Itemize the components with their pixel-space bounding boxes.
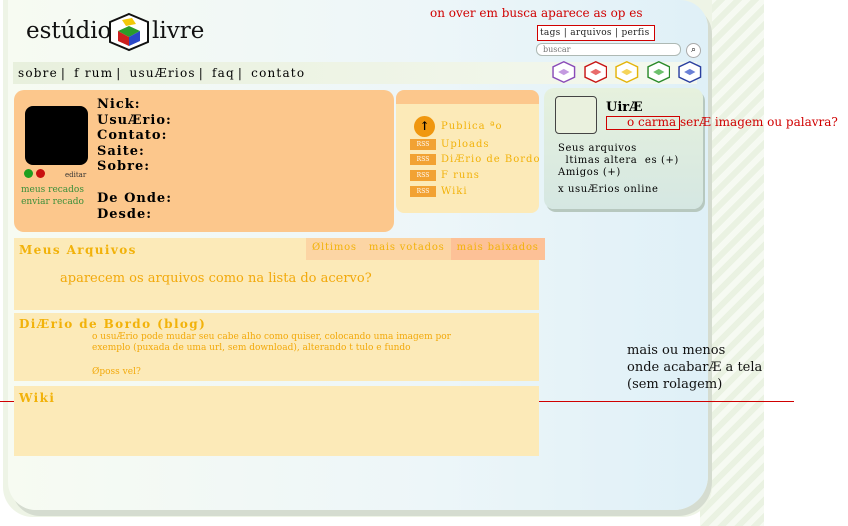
recados-links: meus recados enviar recado — [21, 184, 84, 208]
tab-ultimos[interactable]: Øltimos — [306, 238, 363, 260]
user-avatar — [555, 96, 597, 134]
files-title: Meus Arquivos — [19, 243, 137, 257]
nav-item-contato[interactable]: contato — [251, 66, 305, 80]
files-tabs: Øltimos mais votados mais baixados — [306, 238, 545, 260]
nav-separator: | — [198, 66, 204, 80]
tab-mais-votados[interactable]: mais votados — [363, 238, 451, 260]
logo-text-right: livre — [152, 18, 205, 44]
green-cube-icon[interactable] — [647, 60, 671, 84]
cube-logo-icon — [109, 12, 149, 52]
diario-link[interactable]: DiÆrio de Bordo — [441, 154, 540, 165]
nav-separator: | — [116, 66, 122, 80]
my-messages-link[interactable]: meus recados — [21, 184, 84, 196]
tab-mais-baixados[interactable]: mais baixados — [450, 238, 545, 260]
nav-item-sobre[interactable]: sobre — [18, 66, 58, 80]
online-users: x usuÆrios online — [558, 184, 659, 195]
send-message-link[interactable]: enviar recado — [21, 196, 84, 208]
nav-item-usuarios[interactable]: usuÆrios — [130, 66, 196, 80]
field-usuario: UsuÆrio: — [97, 112, 172, 128]
wiki-section — [14, 386, 539, 456]
user-links: Seus arquivos ltimas altera es (+) Amigo… — [558, 143, 679, 179]
diario-note: o usuÆrio pode mudar seu cabe alho como … — [92, 332, 451, 353]
rss-icon[interactable]: RSS — [410, 186, 436, 197]
rss-icon[interactable]: RSS — [410, 139, 436, 150]
field-nick: Nick: — [97, 97, 141, 112]
yellow-cube-icon[interactable] — [615, 60, 639, 84]
rss-icon[interactable]: RSS — [410, 170, 436, 181]
field-desde: Desde: — [97, 206, 153, 222]
profile-fields-bottom: De Onde: Desde: — [97, 191, 172, 222]
search-icon[interactable]: ⌕ — [686, 43, 701, 58]
last-changes-link[interactable]: ltimas altera es (+) — [558, 155, 679, 167]
field-saite: Saite: — [97, 143, 145, 159]
arrow-up-icon[interactable]: ↑ — [414, 116, 435, 137]
nav-separator: | — [237, 66, 244, 80]
publish-link[interactable]: Publica ªo — [441, 121, 502, 132]
search-input[interactable] — [536, 43, 681, 56]
note-line-1: mais ou menos — [627, 343, 726, 358]
main-nav: sobre | f rum | usuÆrios | faq | contato — [18, 66, 305, 80]
screen-end-annotation: mais ou menos onde acabarÆ a tela (sem r… — [627, 342, 762, 393]
note-line-2: onde acabarÆ a tela — [627, 360, 763, 375]
user-name[interactable]: UirÆ — [606, 100, 643, 115]
field-de-onde: De Onde: — [97, 191, 173, 206]
nav-item-faq[interactable]: faq — [212, 66, 235, 80]
blue-cube-icon[interactable] — [678, 60, 702, 84]
wiki-link[interactable]: Wiki — [441, 186, 468, 197]
uploads-link[interactable]: Uploads — [441, 139, 490, 150]
profile-fields: Nick: UsuÆrio: Contato: Saite: Sobre: — [97, 97, 172, 175]
wiki-title: Wiki — [19, 391, 56, 405]
nav-item-forum[interactable]: f rum — [74, 66, 113, 80]
field-sobre: Sobre: — [97, 159, 151, 174]
status-online-dot — [24, 169, 33, 178]
note-line-3: (sem rolagem) — [627, 377, 723, 392]
edit-link[interactable]: editar — [65, 171, 86, 179]
diario-title: DiÆrio de Bordo (blog) — [19, 317, 207, 331]
screen-end-line-right — [539, 401, 794, 402]
logo-text-left: estúdio — [26, 18, 112, 44]
category-cubes — [552, 60, 702, 84]
friends-link[interactable]: Amigos (+) — [558, 167, 679, 179]
search-tabs[interactable]: tags | arquivos | perfis — [537, 25, 655, 41]
diario-question: Øposs vel? — [92, 367, 141, 377]
nav-separator: | — [60, 66, 67, 80]
files-body: aparecem os arquivos como na lista do ac… — [60, 271, 372, 286]
carma-annotation: o carma serÆ imagem ou palavra? — [627, 115, 838, 129]
field-contato: Contato: — [97, 128, 168, 143]
red-cube-icon[interactable] — [583, 60, 608, 84]
hover-annotation: on over em busca aparece as op es — [430, 6, 643, 20]
your-files-link[interactable]: Seus arquivos — [558, 143, 679, 155]
purple-cube-icon[interactable] — [552, 60, 576, 84]
foruns-link[interactable]: F runs — [441, 170, 480, 181]
screen-end-line-left — [0, 401, 14, 402]
status-offline-dot — [36, 169, 45, 178]
avatar — [25, 106, 88, 165]
rss-icon[interactable]: RSS — [410, 154, 436, 165]
site-logo[interactable]: estúdio livre — [26, 12, 206, 52]
